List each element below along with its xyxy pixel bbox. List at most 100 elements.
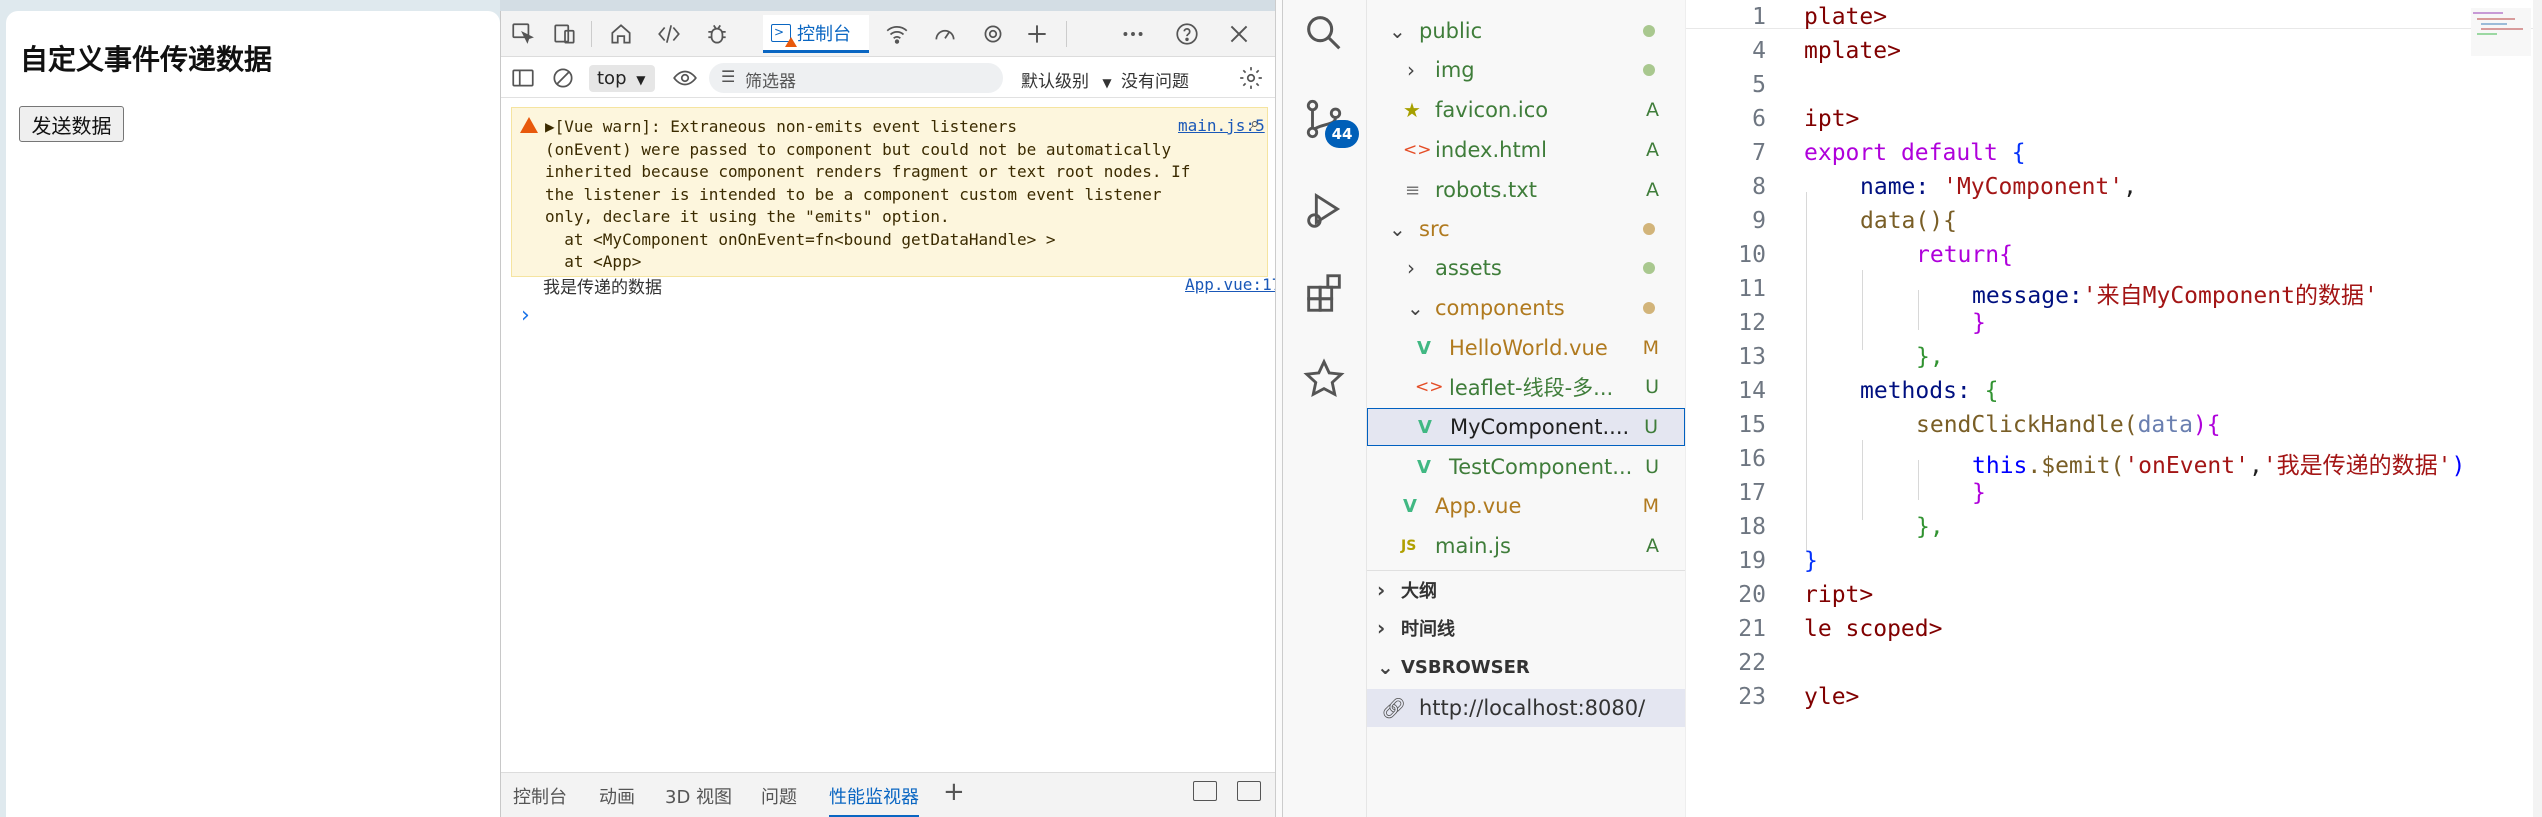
vue-warning-message: ▶[Vue warn]: Extraneous non-emits event … xyxy=(511,107,1268,277)
indent-guide xyxy=(1862,270,1863,350)
code-token: '我是传递的数据' xyxy=(2262,453,2452,479)
indent-guide xyxy=(1806,192,1807,552)
indent-guide xyxy=(1862,440,1863,520)
drawer-tab-console[interactable]: 控制台 xyxy=(513,783,567,809)
code-line: export default { xyxy=(1804,140,2026,166)
code-line: } xyxy=(1972,480,1986,506)
search-icon[interactable] xyxy=(1301,10,1347,56)
drawer-tab-performance-monitor[interactable]: 性能监视器 xyxy=(829,783,919,817)
drawer-tab-animations[interactable]: 动画 xyxy=(599,783,635,809)
indent-guide xyxy=(1918,460,1919,500)
elements-icon[interactable] xyxy=(653,18,685,50)
tree-item-public[interactable]: ⌄ public xyxy=(1367,12,1685,50)
search-icon[interactable]: ⌕ xyxy=(1250,114,1260,134)
run-debug-icon[interactable] xyxy=(1301,186,1347,232)
chevron-down-icon: ▼ xyxy=(636,73,646,87)
tree-item-label: index.html xyxy=(1435,138,1547,162)
tree-item-favicon[interactable]: ★ favicon.ico A xyxy=(1367,91,1685,129)
more-options-icon[interactable] xyxy=(1117,18,1149,50)
send-data-button[interactable]: 发送数据 xyxy=(19,106,124,142)
dock-drawer-icon[interactable] xyxy=(1193,781,1217,801)
sidebar-toggle-icon[interactable] xyxy=(507,62,539,94)
tree-item-label: assets xyxy=(1435,256,1502,280)
vue-file-icon: V xyxy=(1417,456,1431,478)
chevron-right-icon: › xyxy=(1377,616,1386,640)
line-number: 15 xyxy=(1738,412,1766,438)
context-selector[interactable]: top ▼ xyxy=(589,65,655,92)
tree-item-assets[interactable]: › assets xyxy=(1367,249,1685,287)
log-source-link[interactable]: App.vue:17 xyxy=(1185,275,1281,294)
code-token: methods: xyxy=(1860,378,1985,404)
warning-icon xyxy=(520,117,538,133)
home-icon[interactable] xyxy=(605,18,637,50)
status-dot xyxy=(1643,25,1655,37)
status-dot xyxy=(1643,302,1655,314)
tree-item-app-vue[interactable]: V App.vue M xyxy=(1367,487,1685,525)
drawer-tab-issues[interactable]: 问题 xyxy=(761,783,797,809)
inspect-element-icon[interactable] xyxy=(507,18,539,50)
tree-item-label: src xyxy=(1419,217,1450,241)
tree-item-mycomponent[interactable]: V MyComponent.... U xyxy=(1367,408,1685,446)
editor-scrollbar[interactable] xyxy=(2533,0,2542,817)
window-splitter[interactable] xyxy=(1275,0,1283,817)
tree-item-src[interactable]: ⌄ src xyxy=(1367,210,1685,248)
filter-input[interactable]: ☰ 筛选器 xyxy=(709,63,1003,93)
vsbrowser-url-item[interactable]: 🔗︎ http://localhost:8080/ xyxy=(1367,689,1685,727)
collapse-drawer-icon[interactable] xyxy=(1237,781,1261,801)
console-settings-gear-icon[interactable] xyxy=(1235,62,1267,94)
code-line: sendClickHandle(data){ xyxy=(1916,412,2221,438)
chevron-right-icon: › xyxy=(1407,58,1415,82)
bug-icon[interactable] xyxy=(701,18,733,50)
tree-item-label: robots.txt xyxy=(1435,178,1537,202)
section-timeline[interactable]: › 时间线 xyxy=(1367,610,1685,646)
settings-chip-icon[interactable] xyxy=(977,18,1009,50)
tree-item-components[interactable]: ⌄ components xyxy=(1367,289,1685,327)
tree-item-leaflet[interactable]: <> leaflet-线段-多... U xyxy=(1367,368,1685,406)
vue-file-icon: V xyxy=(1417,337,1431,359)
line-number: 20 xyxy=(1738,582,1766,608)
issues-count[interactable]: 没有问题 xyxy=(1121,67,1189,92)
performance-gauge-icon[interactable] xyxy=(929,18,961,50)
help-icon[interactable] xyxy=(1171,18,1203,50)
html-file-icon: <> xyxy=(1403,140,1432,160)
device-emulation-icon[interactable] xyxy=(549,18,581,50)
tree-item-helloworld[interactable]: V HelloWorld.vue M xyxy=(1367,329,1685,367)
toolbar-divider xyxy=(591,21,592,47)
add-tool-icon[interactable] xyxy=(1021,18,1053,50)
page-title: 自定义事件传递数据 xyxy=(20,43,273,76)
add-drawer-tab-icon[interactable]: + xyxy=(943,777,965,807)
git-status: A xyxy=(1646,179,1659,201)
clear-console-icon[interactable] xyxy=(547,62,579,94)
code-line: } xyxy=(1804,548,1818,574)
tree-item-testcomponent[interactable]: V TestComponent... U xyxy=(1367,448,1685,486)
drawer-tab-3d-view[interactable]: 3D 视图 xyxy=(665,783,732,809)
code-line: ipt> xyxy=(1804,106,1860,132)
tree-item-label: img xyxy=(1435,58,1475,82)
line-number: 21 xyxy=(1738,616,1766,642)
console-prompt-chevron-icon[interactable]: › xyxy=(521,303,530,328)
eye-icon[interactable] xyxy=(669,62,701,94)
extensions-icon[interactable] xyxy=(1301,270,1347,316)
git-status: A xyxy=(1646,139,1659,161)
tab-console[interactable]: > 控制台 xyxy=(763,15,869,53)
tree-item-img[interactable]: › img xyxy=(1367,51,1685,89)
section-outline[interactable]: › 大纲 xyxy=(1367,572,1685,608)
tree-item-label: MyComponent.... xyxy=(1450,415,1630,439)
section-timeline-label: 时间线 xyxy=(1401,619,1455,640)
tree-item-robots[interactable]: ≡ robots.txt A xyxy=(1367,171,1685,209)
code-token: name: xyxy=(1860,174,1944,200)
tab-console-label: 控制台 xyxy=(797,23,851,45)
close-devtools-icon[interactable] xyxy=(1223,18,1255,50)
filter-placeholder: 筛选器 xyxy=(745,72,796,92)
tree-item-label: TestComponent... xyxy=(1449,455,1633,479)
tree-item-index-html[interactable]: <> index.html A xyxy=(1367,131,1685,169)
section-vsbrowser[interactable]: ⌄ VSBROWSER xyxy=(1367,649,1685,685)
line-number: 16 xyxy=(1738,446,1766,472)
minimap[interactable] xyxy=(2471,8,2531,56)
star-icon[interactable] xyxy=(1301,356,1347,402)
code-token: .$emit( xyxy=(2027,453,2125,479)
code-editor[interactable]: 1 4 5 6 7 8 9 10 11 12 13 14 15 16 17 18… xyxy=(1685,0,2542,817)
network-wifi-icon[interactable] xyxy=(881,18,913,50)
log-level-selector[interactable]: 默认级别 ▼ xyxy=(1021,67,1112,92)
tree-item-main-js[interactable]: JS main.js A xyxy=(1367,527,1685,565)
